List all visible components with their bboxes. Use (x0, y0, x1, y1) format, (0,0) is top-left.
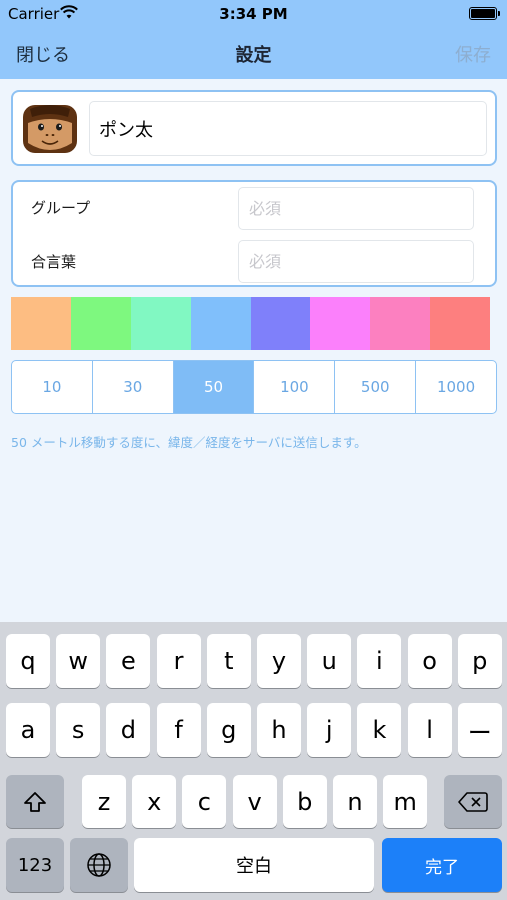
distance-option[interactable]: 30 (91, 361, 173, 413)
status-time: 3:34 PM (219, 5, 288, 23)
distance-option[interactable]: 10 (12, 361, 92, 413)
letter-key[interactable]: g (206, 703, 251, 757)
letter-key[interactable]: p (457, 634, 502, 688)
color-swatch[interactable] (130, 297, 191, 350)
letter-key[interactable]: w (56, 634, 101, 688)
letter-key[interactable]: z (82, 775, 126, 828)
letter-key[interactable]: f (156, 703, 201, 757)
shift-key[interactable] (6, 775, 64, 828)
letter-key[interactable]: e (106, 634, 151, 688)
letter-key[interactable]: d (106, 703, 151, 757)
done-key[interactable]: 完了 (382, 838, 502, 892)
letter-key[interactable]: o (407, 634, 452, 688)
color-swatch[interactable] (310, 297, 371, 350)
space-key[interactable]: 空白 (134, 838, 374, 892)
letter-key[interactable]: l (407, 703, 452, 757)
letter-key[interactable]: i (357, 634, 402, 688)
backspace-icon (458, 791, 488, 812)
info-text: 50 メートル移動する度に、緯度／経度をサーバに送信します。 (11, 435, 367, 450)
globe-icon (87, 853, 111, 877)
color-swatch[interactable] (250, 297, 311, 350)
navigation-bar: 閉じる 設定 保存 (0, 28, 507, 79)
letter-key[interactable]: ー (457, 703, 502, 757)
distance-segmented-control: 10 30 50 100 500 1000 (11, 360, 497, 414)
password-label: 合言葉 (31, 253, 77, 271)
close-button[interactable]: 閉じる (16, 41, 70, 67)
group-label: グループ (31, 199, 91, 217)
letter-key[interactable]: h (257, 703, 301, 757)
globe-key[interactable] (70, 838, 128, 892)
name-input[interactable] (89, 101, 487, 156)
save-button[interactable]: 保存 (455, 41, 491, 67)
top-bar: Carrier 3:34 PM 閉じる 設定 保存 (0, 0, 507, 79)
color-picker (11, 297, 490, 350)
password-input[interactable] (238, 240, 474, 283)
letter-key[interactable]: s (56, 703, 101, 757)
letter-key[interactable]: v (232, 775, 277, 828)
letter-key[interactable]: q (6, 634, 50, 688)
backspace-key[interactable] (444, 775, 502, 828)
monkey-face-icon[interactable] (22, 103, 78, 155)
letter-key[interactable]: y (257, 634, 301, 688)
profile-card (11, 90, 497, 166)
color-swatch[interactable] (70, 297, 131, 350)
color-swatch[interactable] (11, 297, 71, 350)
group-settings-card: グループ 合言葉 (11, 180, 497, 287)
numbers-key[interactable]: 123 (6, 838, 64, 892)
distance-option[interactable]: 100 (253, 361, 334, 413)
color-swatch[interactable] (430, 297, 490, 350)
letter-key[interactable]: c (182, 775, 227, 828)
letter-key[interactable]: j (307, 703, 352, 757)
letter-key[interactable]: a (6, 703, 50, 757)
distance-option[interactable]: 1000 (415, 361, 496, 413)
letter-key[interactable]: n (333, 775, 377, 828)
battery-icon (469, 7, 500, 20)
color-swatch[interactable] (370, 297, 431, 350)
page-title: 設定 (235, 45, 272, 66)
letter-key[interactable]: m (383, 775, 428, 828)
color-swatch[interactable] (190, 297, 251, 350)
letter-key[interactable]: r (156, 634, 201, 688)
letter-key[interactable]: b (282, 775, 327, 828)
shift-icon (24, 791, 46, 812)
keyboard: 123 空白 完了 qwertyuiop asdfghjklー zxcvbnm (0, 622, 507, 900)
letter-key[interactable]: x (132, 775, 177, 828)
distance-option[interactable]: 50 (172, 361, 254, 413)
letter-key[interactable]: k (357, 703, 402, 757)
group-input[interactable] (238, 187, 474, 230)
letter-key[interactable]: t (206, 634, 251, 688)
letter-key[interactable]: u (307, 634, 352, 688)
status-bar: Carrier 3:34 PM (0, 0, 507, 28)
distance-option[interactable]: 500 (334, 361, 415, 413)
